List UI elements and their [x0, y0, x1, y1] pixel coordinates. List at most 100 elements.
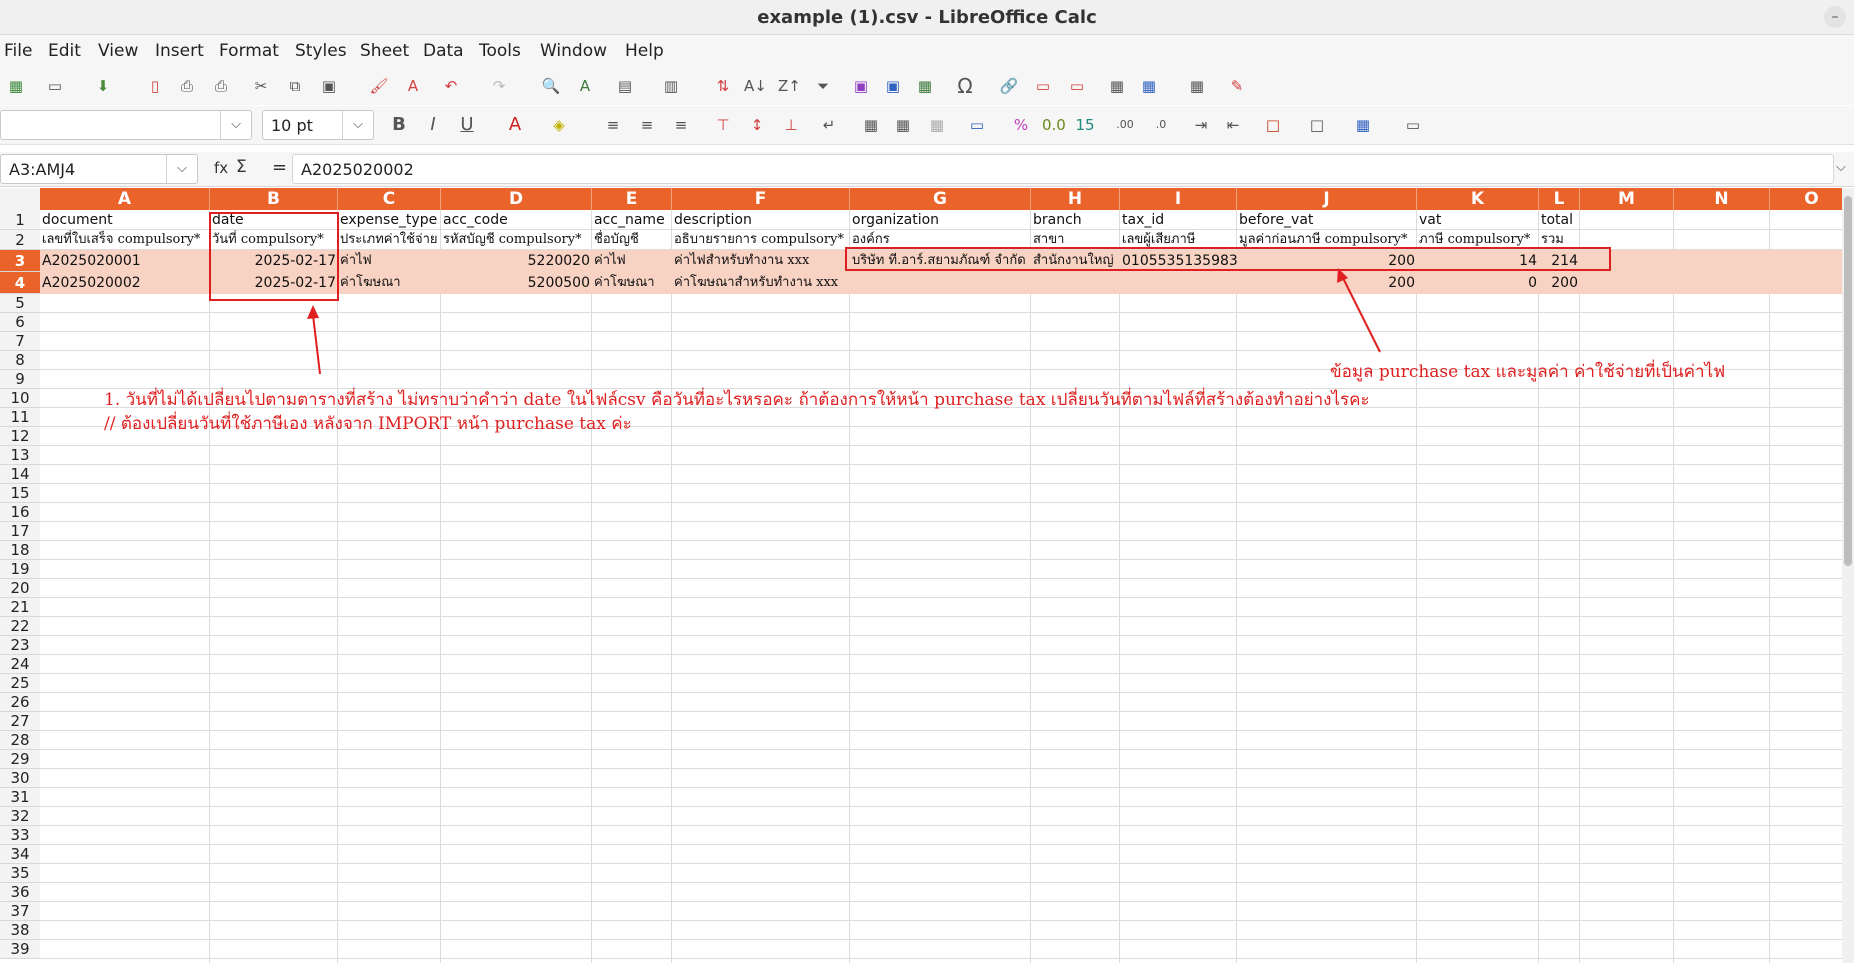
align-top-icon[interactable]: ⊤	[712, 114, 734, 136]
copy-icon[interactable]: ⧉	[284, 75, 306, 97]
number-format-icon[interactable]: 0.0	[1042, 114, 1066, 136]
show-draw-icon[interactable]: ✎	[1226, 75, 1248, 97]
print-icon[interactable]: ⎙	[176, 75, 198, 97]
annotation-note-purchase-tax: ข้อมูล purchase tax และมูลค่า ค่าใช้จ่าย…	[1330, 362, 1726, 382]
menu-tools[interactable]: Tools	[479, 41, 521, 61]
decrease-indent-icon[interactable]: ⇤	[1222, 114, 1244, 136]
merge-center-icon[interactable]: ▦	[860, 114, 882, 136]
comment-icon[interactable]: ▭	[1032, 75, 1054, 97]
open-icon[interactable]: ▭	[44, 75, 66, 97]
menu-edit[interactable]: Edit	[48, 41, 81, 61]
define-print-area-icon[interactable]: ▦	[1106, 75, 1128, 97]
menu-bar: File Edit View Insert Format Styles Shee…	[0, 35, 1854, 67]
arrowhead-purchase	[1337, 268, 1348, 283]
export-pdf-icon[interactable]: ▯	[144, 75, 166, 97]
bold-icon[interactable]: B	[388, 114, 410, 136]
sort-ascending-icon[interactable]: A↓	[744, 75, 767, 97]
increase-indent-icon[interactable]: ⇥	[1190, 114, 1212, 136]
formatting-toolbar: ⌵ 10 pt ⌵ B I U A ◈ ≡ ≡ ≡ ⊤ ↕ ⊥ ↵ ▦ ▦ ▦ …	[0, 106, 1854, 145]
split-window-icon[interactable]: ▦	[1186, 75, 1208, 97]
function-wizard-icon[interactable]: fx	[214, 159, 228, 177]
window-title: example (1).csv - LibreOffice Calc	[757, 7, 1097, 28]
sort-icon[interactable]: ⇅	[712, 75, 734, 97]
menu-view[interactable]: View	[98, 41, 138, 61]
font-size-box[interactable]: 10 pt ⌵	[262, 110, 374, 140]
border-color-icon[interactable]: ▦	[1352, 114, 1374, 136]
align-center-icon[interactable]: ≡	[636, 114, 658, 136]
title-bar: example (1).csv - LibreOffice Calc –	[0, 0, 1854, 35]
conditional-icon[interactable]: ▭	[1402, 114, 1424, 136]
font-name-box[interactable]: ⌵	[0, 110, 252, 140]
add-decimal-icon[interactable]: .00	[1114, 114, 1136, 136]
chevron-down-icon[interactable]: ⌵	[166, 155, 197, 183]
vertical-scrollbar[interactable]	[1842, 188, 1854, 963]
menu-insert[interactable]: Insert	[155, 41, 204, 61]
annotation-note-date-question: 1. วันที่ไม่ได้เปลี่ยนไปตามตารางที่สร้าง…	[104, 390, 1370, 410]
merge-icon[interactable]: ▦	[892, 114, 914, 136]
sort-descending-icon[interactable]: Z↑	[778, 75, 801, 97]
wrap-text-icon[interactable]: ↵	[818, 114, 840, 136]
column-icon[interactable]: ▥	[660, 75, 682, 97]
freeze-icon[interactable]: ▦	[1138, 75, 1160, 97]
align-left-icon[interactable]: ≡	[602, 114, 624, 136]
italic-icon[interactable]: I	[422, 114, 444, 136]
undo-icon[interactable]: ↶	[440, 75, 462, 97]
image-icon[interactable]: ▣	[850, 75, 872, 97]
name-box[interactable]: A3:AMJ4 ⌵	[0, 154, 198, 184]
expand-formula-icon[interactable]: ⌵	[1836, 160, 1846, 175]
formula-bar: A3:AMJ4 ⌵ fx Σ = A2025020002 ⌵	[0, 152, 1854, 187]
border-style-icon[interactable]: □	[1306, 114, 1328, 136]
font-size-value: 10 pt	[271, 116, 313, 135]
chevron-down-icon[interactable]: ⌵	[342, 111, 373, 139]
menu-format[interactable]: Format	[219, 41, 279, 61]
highlight-icon[interactable]: ◈	[548, 114, 570, 136]
sum-icon[interactable]: Σ	[236, 157, 247, 177]
spreadsheet-grid[interactable]: ABCDEFGHIJKLMNO 1 2 3 4 5 6 7 8 9 10 11 12 13 14 15 16 1…	[0, 188, 1854, 963]
underline-icon[interactable]: U	[456, 114, 478, 136]
date-format-icon[interactable]: 15	[1074, 114, 1096, 136]
find-replace-icon[interactable]: 🔍	[540, 75, 562, 97]
paste-icon[interactable]: ▣	[318, 75, 340, 97]
annotation-note-date-answer: // ต้องเปลี่ยนวันที่ใช้ภาษีเอง หลังจาก I…	[104, 414, 632, 434]
font-color-icon[interactable]: A	[504, 114, 526, 136]
unmerge-icon[interactable]: ▦	[926, 114, 948, 136]
align-right-icon[interactable]: ≡	[670, 114, 692, 136]
clone-format-icon[interactable]: 🖌	[368, 75, 390, 97]
menu-window[interactable]: Window	[540, 41, 607, 61]
save-icon[interactable]: ⬇	[92, 75, 114, 97]
cell-reference: A3:AMJ4	[9, 160, 76, 179]
formula-input[interactable]: A2025020002	[292, 154, 1834, 184]
autofilter-icon[interactable]: ⏷	[812, 75, 834, 97]
pivot-table-icon[interactable]: ▦	[914, 75, 936, 97]
borders-icon[interactable]: □	[1262, 114, 1284, 136]
minimize-icon[interactable]: –	[1824, 6, 1846, 28]
clear-format-icon[interactable]: A	[402, 75, 424, 97]
arrow-to-date-column	[312, 314, 321, 375]
print-preview-icon[interactable]: ⎙	[210, 75, 232, 97]
arrowhead-date	[307, 305, 319, 319]
scrollbar-thumb[interactable]	[1844, 196, 1852, 566]
arrow-to-purchase-data	[1341, 275, 1381, 353]
align-bottom-icon[interactable]: ⊥	[780, 114, 802, 136]
chevron-down-icon[interactable]: ⌵	[220, 111, 251, 139]
header-footer-icon[interactable]: ▭	[1066, 75, 1088, 97]
percent-icon[interactable]: %	[1010, 114, 1032, 136]
delete-decimal-icon[interactable]: .0	[1150, 114, 1172, 136]
redo-icon[interactable]: ↷	[488, 75, 510, 97]
special-character-icon[interactable]: Ω	[954, 75, 976, 97]
formula-icon[interactable]: =	[272, 157, 287, 178]
menu-sheet[interactable]: Sheet	[360, 41, 409, 61]
menu-help[interactable]: Help	[625, 41, 664, 61]
menu-data[interactable]: Data	[423, 41, 464, 61]
spelling-icon[interactable]: A	[574, 75, 596, 97]
center-vertically-icon[interactable]: ↕	[746, 114, 768, 136]
new-doc-icon[interactable]: ▦	[5, 75, 27, 97]
row-icon[interactable]: ▤	[614, 75, 636, 97]
cut-icon[interactable]: ✂	[250, 75, 272, 97]
chart-icon[interactable]: ▣	[882, 75, 904, 97]
annotation-arrows	[307, 268, 1381, 375]
currency-icon[interactable]: ▭	[966, 114, 988, 136]
menu-file[interactable]: File	[4, 41, 32, 61]
hyperlink-icon[interactable]: 🔗	[998, 75, 1020, 97]
menu-styles[interactable]: Styles	[295, 41, 347, 61]
